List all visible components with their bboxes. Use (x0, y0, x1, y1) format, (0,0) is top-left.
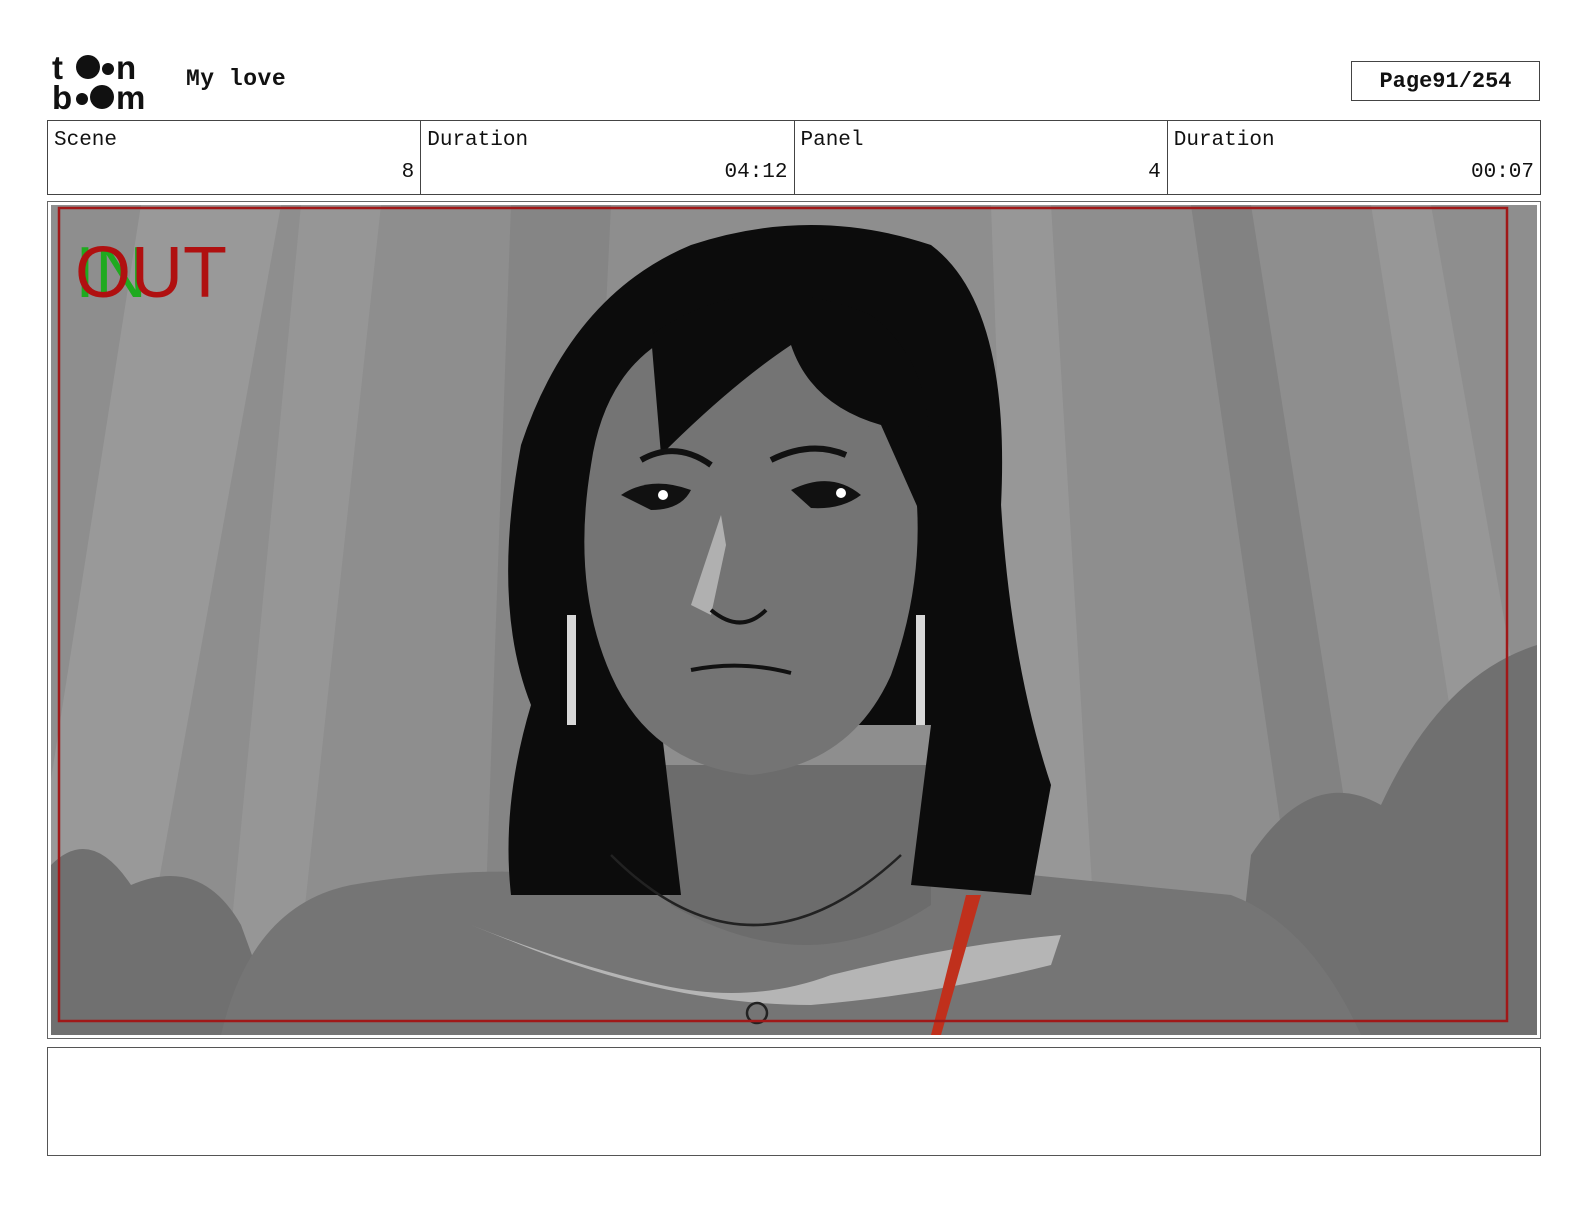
scene-cell: Scene 8 (48, 121, 422, 194)
svg-text:b: b (52, 79, 72, 112)
page-label: Page (1379, 68, 1433, 94)
scene-label: Scene (54, 129, 118, 152)
storyboard-panel-image[interactable]: IN OUT (51, 205, 1537, 1035)
panel-label: Panel (800, 129, 864, 152)
panel-notes-box[interactable] (47, 1047, 1541, 1156)
right-earring (916, 615, 925, 725)
scene-info-row: Scene 8 Duration 04:12 Panel 4 Duration … (47, 120, 1541, 195)
page-number: 91/254 (1432, 68, 1512, 94)
panel-value: 4 (1148, 161, 1161, 184)
scene-duration-value: 04:12 (724, 161, 788, 184)
svg-text:m: m (116, 79, 145, 112)
page-indicator: Page 91/254 (1351, 61, 1540, 101)
toonboom-logo: t n b m (52, 52, 145, 112)
project-title: My love (186, 66, 287, 92)
scene-duration-cell: Duration 04:12 (421, 121, 795, 194)
scene-value: 8 (401, 161, 415, 184)
scene-duration-label: Duration (427, 129, 529, 152)
panel-duration-value: 00:07 (1470, 161, 1534, 184)
panel-duration-cell: Duration 00:07 (1168, 121, 1540, 194)
panel-duration-label: Duration (1173, 129, 1275, 152)
panel-cell: Panel 4 (795, 121, 1168, 194)
left-earring (567, 615, 576, 725)
transition-out-label: OUT (75, 233, 227, 313)
